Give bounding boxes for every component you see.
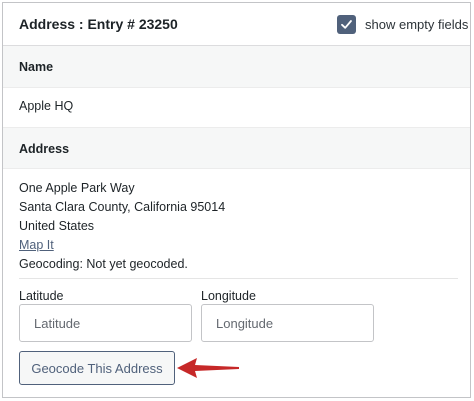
geocode-address-button[interactable]: Geocode This Address [19,351,175,385]
address-entry-panel: Address : Entry # 23250 show empty field… [2,2,471,398]
show-empty-fields-checkbox[interactable] [337,15,356,34]
name-section-label: Name [19,60,54,74]
longitude-input[interactable] [201,304,374,342]
panel-header: Address : Entry # 23250 show empty field… [3,3,470,46]
address-line-3: United States [19,219,95,233]
address-section-label: Address [19,142,70,156]
map-it-link[interactable]: Map It [19,238,54,252]
latitude-input[interactable] [19,304,192,342]
show-empty-fields-label[interactable]: show empty fields [365,17,468,32]
panel-title: Address : Entry # 23250 [19,16,178,32]
show-empty-fields-toggle[interactable]: show empty fields [337,15,468,34]
arrow-left-icon [177,358,239,378]
name-value: Apple HQ [19,99,74,113]
latitude-label: Latitude [19,289,64,303]
address-line-2: Santa Clara County, California 95014 [19,200,226,214]
address-line-1: One Apple Park Way [19,181,135,195]
checkmark-icon [341,20,352,29]
geocoding-status: Geocoding: Not yet geocoded. [19,257,188,271]
address-section-header: Address [3,127,470,169]
section-divider [19,278,458,279]
name-section-header: Name [3,46,470,88]
longitude-label: Longitude [201,289,256,303]
